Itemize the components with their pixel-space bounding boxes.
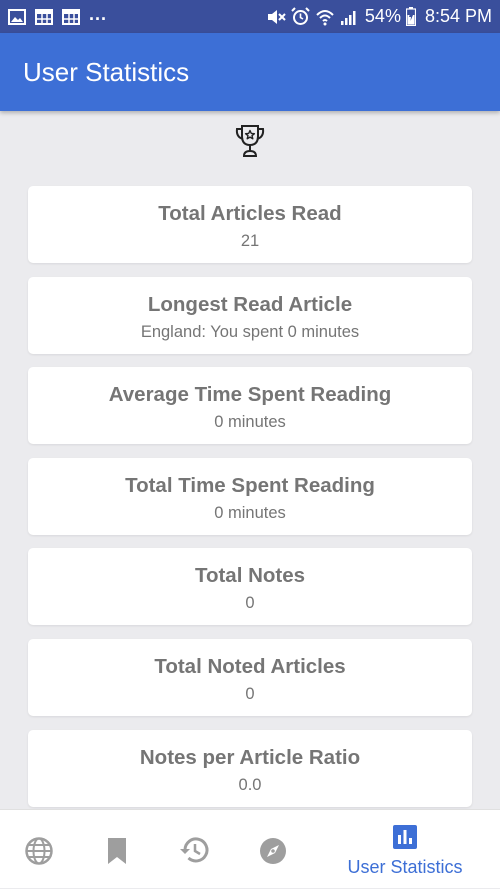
page-title: User Statistics bbox=[23, 57, 190, 87]
stat-value: 0 bbox=[245, 594, 255, 612]
stat-card-total-time-spent-reading: Total Time Spent Reading 0 minutes bbox=[28, 458, 472, 535]
wifi-icon bbox=[315, 8, 335, 26]
signal-icon bbox=[340, 8, 358, 26]
battery-percent: 54% bbox=[364, 6, 401, 26]
stat-card-total-noted-articles: Total Noted Articles 0 bbox=[28, 639, 472, 716]
stat-value: 0 minutes bbox=[214, 413, 286, 431]
stat-value: 0 bbox=[245, 685, 255, 703]
history-icon bbox=[180, 837, 209, 863]
stat-title: Total Time Spent Reading bbox=[125, 474, 375, 497]
stat-title: Notes per Article Ratio bbox=[139, 746, 361, 769]
stat-card-total-notes: Total Notes 0 bbox=[28, 548, 472, 625]
mute-icon bbox=[266, 8, 286, 26]
nav-bookmarks[interactable] bbox=[100, 810, 134, 889]
image-icon bbox=[8, 8, 26, 25]
clock: 8:54 PM bbox=[424, 6, 492, 26]
app-bar: User Statistics bbox=[0, 33, 500, 111]
status-bar-system: 54% 8:54 PM bbox=[266, 6, 492, 27]
stat-card-notes-per-article-ratio: Notes per Article Ratio 0.0 bbox=[28, 730, 472, 807]
bookmark-icon bbox=[108, 838, 126, 864]
stat-card-total-articles-read: Total Articles Read 21 bbox=[28, 186, 472, 263]
bottom-navigation: User Statistics bbox=[0, 809, 500, 888]
stat-card-average-time-spent-reading: Average Time Spent Reading 0 minutes bbox=[28, 367, 472, 444]
globe-icon bbox=[25, 837, 53, 865]
stat-title: Longest Read Article bbox=[147, 293, 353, 316]
stat-card-longest-read-article: Longest Read Article England: You spent … bbox=[28, 277, 472, 354]
stat-title: Total Noted Articles bbox=[154, 655, 346, 678]
stat-title: Total Articles Read bbox=[158, 202, 342, 225]
stat-title: Average Time Spent Reading bbox=[108, 383, 392, 406]
alarm-icon bbox=[291, 7, 310, 26]
stat-value: 21 bbox=[240, 232, 260, 250]
calendar-icon bbox=[35, 8, 53, 25]
nav-history[interactable] bbox=[176, 810, 212, 889]
nav-explore-feed[interactable] bbox=[256, 810, 290, 889]
stat-title: Total Notes bbox=[194, 564, 306, 587]
stat-value: 0 minutes bbox=[214, 504, 286, 522]
nav-user-statistics[interactable]: User Statistics bbox=[347, 810, 463, 889]
stat-value: England: You spent 0 minutes bbox=[140, 323, 360, 341]
overflow-notifications: ... bbox=[89, 4, 108, 24]
nav-label: User Statistics bbox=[347, 857, 463, 877]
statistics-content[interactable]: Total Articles Read 21 Longest Read Arti… bbox=[0, 111, 500, 809]
trophy-icon bbox=[233, 123, 267, 159]
status-bar: ... 54% 8:54 PM bbox=[0, 0, 500, 33]
bar-chart-icon bbox=[393, 825, 417, 849]
calendar-icon bbox=[62, 8, 80, 25]
status-bar-notifications: ... bbox=[8, 4, 107, 25]
battery-icon bbox=[405, 7, 416, 26]
stat-value: 0.0 bbox=[238, 776, 262, 794]
nav-explore[interactable] bbox=[22, 810, 56, 889]
compass-icon bbox=[260, 838, 286, 864]
